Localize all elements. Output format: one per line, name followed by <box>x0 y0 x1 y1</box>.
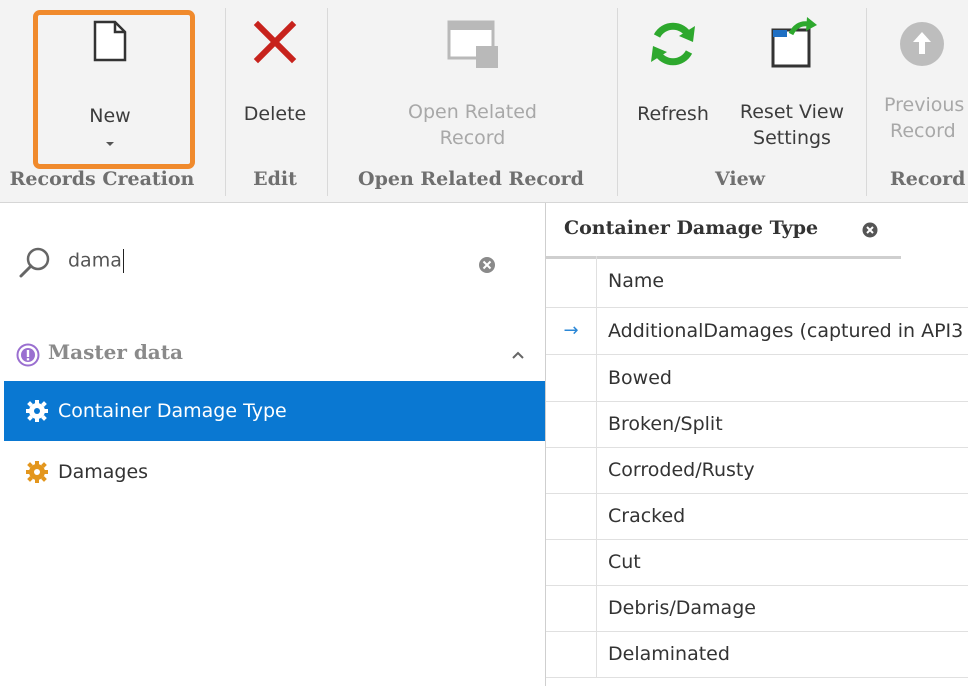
row-indicator <box>546 493 597 539</box>
search-input-value: dama <box>68 249 122 272</box>
table-row[interactable]: → AdditionalDamages (captured in API3 <box>546 308 968 355</box>
table-cell-name[interactable]: Delaminated <box>608 631 730 677</box>
column-header-name[interactable]: Name <box>608 256 664 307</box>
group-label-edit: Edit <box>253 168 297 190</box>
nav-item-label: Damages <box>58 461 149 483</box>
table-row[interactable]: Corroded/Rusty <box>546 447 968 494</box>
section-header-master-data: Master data <box>48 340 183 364</box>
table-row[interactable]: Delaminated <box>546 631 968 678</box>
group-divider <box>866 8 867 196</box>
table-cell-name[interactable]: Corroded/Rusty <box>608 447 755 493</box>
delete-button[interactable]: Delete <box>232 16 318 152</box>
nav-item-container-damage-type[interactable]: Container Damage Type <box>4 381 545 441</box>
gear-icon <box>26 461 48 483</box>
open-related-label-line1: Open Related <box>408 101 537 123</box>
text-caret <box>122 249 124 273</box>
refresh-icon <box>651 22 695 66</box>
current-row-arrow-icon: → <box>546 308 597 354</box>
search-icon <box>19 247 50 278</box>
group-label-records-creation: Records Creation <box>9 168 195 190</box>
group-divider <box>617 8 618 196</box>
close-tab-icon[interactable] <box>862 222 878 238</box>
previous-record-label-line1: Previous <box>884 94 965 116</box>
table-cell-name[interactable]: Cut <box>608 539 641 585</box>
table-cell-name[interactable]: Debris/Damage <box>608 585 756 631</box>
arrow-up-circle-icon <box>900 22 944 66</box>
delete-button-label: Delete <box>243 103 307 125</box>
reset-view-label-line1: Reset View <box>739 101 845 123</box>
table-cell-name[interactable]: Broken/Split <box>608 401 723 447</box>
row-indicator <box>546 355 597 401</box>
row-indicator <box>546 447 597 493</box>
nav-item-damages[interactable]: Damages <box>4 442 545 502</box>
tab-container-damage-type[interactable]: Container Damage Type <box>546 203 901 259</box>
row-indicator <box>546 631 597 677</box>
grid-header-row: Name <box>546 256 968 308</box>
refresh-button[interactable]: Refresh <box>628 16 718 152</box>
table-cell-name[interactable]: AdditionalDamages (captured in API3 <box>608 308 963 354</box>
reset-view-icon <box>771 17 817 68</box>
master-data-icon <box>16 343 40 367</box>
row-indicator-header <box>546 256 597 307</box>
group-divider <box>327 8 328 196</box>
table-row[interactable]: Cut <box>546 539 968 586</box>
table-row[interactable]: Broken/Split <box>546 401 968 448</box>
open-window-icon <box>447 20 498 68</box>
chevron-up-icon[interactable] <box>511 350 525 360</box>
previous-record-label-line2: Record <box>890 120 956 142</box>
refresh-button-label: Refresh <box>637 103 709 125</box>
table-row[interactable]: Bowed <box>546 355 968 402</box>
table-row[interactable]: Cracked <box>546 493 968 540</box>
group-divider <box>225 8 226 196</box>
table-cell-name[interactable]: Bowed <box>608 355 672 401</box>
new-button-highlight <box>33 10 195 169</box>
search-input[interactable]: dama <box>68 249 124 273</box>
group-label-record: Record <box>890 168 966 190</box>
group-label-view: View <box>714 168 766 190</box>
tab-title: Container Damage Type <box>564 217 819 239</box>
ribbon-toolbar: New Delete Open Related Record Refresh R… <box>0 0 968 203</box>
reset-view-label-line2: Settings <box>753 127 831 149</box>
table-cell-name[interactable]: Cracked <box>608 493 685 539</box>
row-indicator <box>546 585 597 631</box>
reset-view-settings-button[interactable]: Reset View Settings <box>728 16 856 152</box>
gear-icon <box>26 400 48 422</box>
open-related-record-button[interactable]: Open Related Record <box>385 16 560 152</box>
delete-x-icon <box>253 20 297 64</box>
table-row[interactable]: Debris/Damage <box>546 585 968 632</box>
group-label-open-related-record: Open Related Record <box>358 168 584 190</box>
nav-item-label: Container Damage Type <box>58 400 287 422</box>
previous-record-button[interactable]: Previous Record <box>878 16 968 152</box>
row-indicator <box>546 401 597 447</box>
row-indicator <box>546 539 597 585</box>
open-related-label-line2: Record <box>439 127 506 149</box>
clear-search-icon[interactable] <box>478 256 496 274</box>
